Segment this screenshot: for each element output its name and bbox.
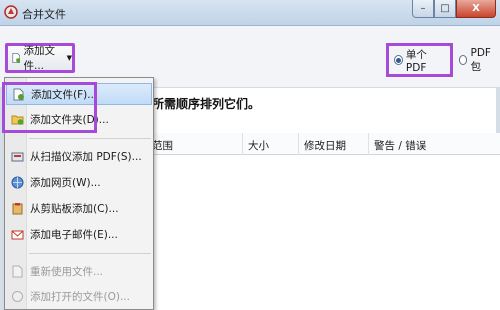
file-list[interactable] bbox=[152, 155, 500, 310]
column-size[interactable]: 大小 bbox=[248, 138, 269, 153]
pdf-package-label: PDF 包 bbox=[470, 46, 491, 73]
menu-item-label: 重新使用文件... bbox=[30, 265, 104, 278]
column-modified-date[interactable]: 修改日期 bbox=[304, 138, 346, 153]
output-mode-group: 单个 PDF PDF 包 bbox=[386, 43, 500, 77]
menu-item-label: 添加文件(F)... bbox=[31, 88, 98, 101]
menu-item-add-files[interactable]: 添加文件(F)... bbox=[6, 83, 152, 105]
radio-selected-icon bbox=[394, 55, 403, 65]
column-warnings-errors[interactable]: 警告 / 错误 bbox=[374, 138, 426, 153]
title-bar: 合并文件 – □ X bbox=[0, 0, 500, 26]
open-files-icon bbox=[12, 290, 23, 302]
clipboard-icon bbox=[12, 202, 23, 214]
menu-item-label: 从剪贴板添加(C)... bbox=[30, 202, 119, 215]
menu-item-reuse-files: 重新使用文件... bbox=[6, 260, 152, 282]
pdf-package-option[interactable]: PDF 包 bbox=[458, 46, 500, 74]
radio-unselected-icon bbox=[458, 55, 468, 65]
single-pdf-label: 单个 PDF bbox=[405, 48, 427, 74]
scanner-icon bbox=[11, 152, 24, 161]
menu-item-label: 添加文件夹(D)... bbox=[30, 113, 109, 126]
menu-item-label: 添加网页(W)... bbox=[30, 176, 101, 189]
single-pdf-option[interactable]: 单个 PDF bbox=[386, 43, 453, 77]
menu-item-add-from-clipboard[interactable]: 从剪贴板添加(C)... bbox=[6, 197, 152, 219]
column-range[interactable]: 范围 bbox=[152, 138, 173, 153]
menu-item-label: 从扫描仪添加 PDF(S)... bbox=[30, 150, 142, 163]
menu-item-add-email[interactable]: 添加电子邮件(E)... bbox=[6, 223, 152, 245]
window-controls: – □ X bbox=[412, 0, 496, 18]
menu-item-add-web-page[interactable]: 添加网页(W)... bbox=[6, 171, 152, 193]
add-files-menu: 添加文件(F)... 添加文件夹(D)... 从扫描仪添加 PDF(S)... … bbox=[4, 77, 154, 310]
menu-item-label: 添加电子邮件(E)... bbox=[30, 228, 118, 241]
window-title: 合并文件 bbox=[22, 8, 66, 21]
email-icon bbox=[11, 230, 24, 239]
menu-item-label: 添加打开的文件(O)... bbox=[30, 290, 130, 303]
menu-item-add-from-scanner[interactable]: 从扫描仪添加 PDF(S)... bbox=[6, 145, 152, 167]
menu-item-add-open-files: 添加打开的文件(O)... bbox=[6, 285, 152, 307]
reuse-file-icon bbox=[12, 265, 23, 277]
add-file-icon bbox=[12, 52, 21, 64]
add-folder-icon bbox=[11, 115, 24, 125]
menu-item-add-folder[interactable]: 添加文件夹(D)... bbox=[6, 108, 152, 130]
minimize-button[interactable]: – bbox=[412, 0, 434, 18]
file-list-header: 范围 大小 修改日期 警告 / 错误 bbox=[152, 133, 500, 155]
add-file-icon bbox=[13, 88, 24, 100]
column-divider bbox=[242, 133, 243, 155]
web-page-icon bbox=[11, 176, 24, 188]
column-divider bbox=[298, 133, 299, 155]
close-button[interactable]: X bbox=[456, 0, 496, 18]
menu-separator bbox=[29, 253, 151, 254]
chevron-down-icon: ▼ bbox=[66, 54, 72, 62]
column-divider bbox=[368, 133, 369, 155]
add-files-button[interactable]: 添加文件... ▼ bbox=[5, 43, 75, 73]
maximize-button[interactable]: □ bbox=[434, 0, 456, 18]
instruction-text: 所需顺序排列它们。 bbox=[152, 97, 261, 111]
app-logo-icon bbox=[4, 5, 18, 19]
menu-separator bbox=[29, 138, 151, 139]
add-files-label: 添加文件... bbox=[23, 45, 55, 72]
